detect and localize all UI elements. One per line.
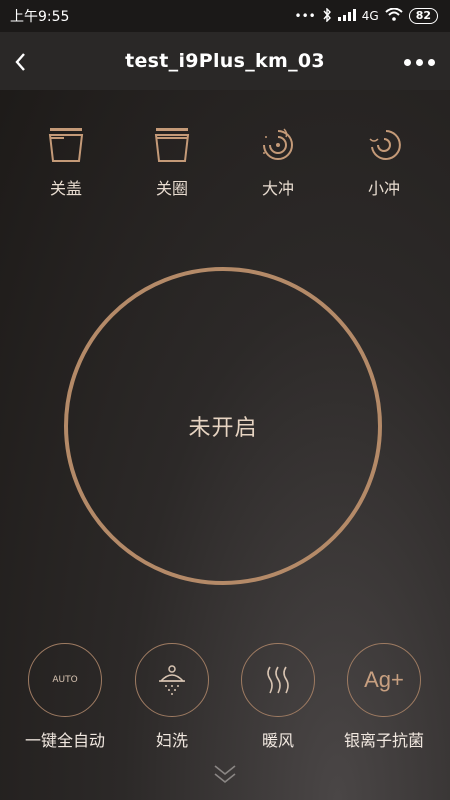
- silver-ion-button[interactable]: Ag+ 银离子抗菌: [329, 643, 439, 751]
- status-time: 上午9:55: [10, 9, 70, 25]
- small-flush-label: 小冲: [367, 179, 400, 198]
- auto-icon-text: AUTO: [52, 675, 78, 685]
- lid-icon: [48, 128, 84, 162]
- header-bar: test_i9Plus_km_03: [0, 32, 450, 90]
- more-dots-icon: •••: [294, 9, 316, 23]
- dot: [416, 58, 423, 66]
- battery-badge: 82: [408, 8, 438, 24]
- dot: [428, 58, 435, 66]
- feminine-wash-icon-wrap: [135, 643, 209, 717]
- large-flush-label: 大冲: [261, 179, 294, 198]
- quick-actions: 关盖 关圈 大冲 小冲: [0, 125, 450, 205]
- page-title: test_i9Plus_km_03: [125, 50, 325, 72]
- network-label: 4G: [361, 9, 379, 23]
- silver-ion-icon: Ag+: [347, 643, 421, 717]
- warm-air-icon: [267, 666, 289, 694]
- auto-mode-button[interactable]: AUTO 一键全自动: [10, 643, 120, 751]
- warm-air-icon-wrap: [241, 643, 315, 717]
- seat-ring-icon: [154, 128, 190, 162]
- dot: [404, 58, 411, 66]
- signal-icon: [337, 8, 356, 24]
- status-icons: ••• 4G 82: [294, 6, 438, 25]
- device-status-label: 未开启: [188, 416, 258, 441]
- small-flush-icon: [369, 130, 401, 160]
- close-lid-button[interactable]: 关盖: [26, 125, 106, 199]
- feminine-wash-button[interactable]: 妇洗: [117, 643, 227, 751]
- feminine-wash-icon: [159, 665, 185, 695]
- feminine-wash-label: 妇洗: [155, 731, 188, 750]
- back-button[interactable]: [10, 50, 34, 74]
- auto-mode-label: 一键全自动: [24, 731, 105, 750]
- more-options-button[interactable]: [404, 50, 440, 74]
- power-toggle-ring[interactable]: 未开启: [64, 267, 382, 585]
- small-flush-button[interactable]: 小冲: [344, 125, 424, 199]
- status-bar: 上午9:55 ••• 4G 82: [0, 0, 450, 32]
- auto-icon: AUTO: [28, 643, 102, 717]
- bluetooth-icon: [322, 6, 332, 25]
- silver-ion-icon-text: Ag+: [364, 667, 404, 692]
- silver-ion-label: 银离子抗菌: [343, 731, 424, 750]
- close-ring-button[interactable]: 关圈: [132, 125, 212, 199]
- expand-down-icon[interactable]: [211, 763, 239, 785]
- large-flush-button[interactable]: 大冲: [238, 125, 318, 199]
- close-ring-label: 关圈: [155, 179, 188, 198]
- close-lid-label: 关盖: [49, 179, 82, 198]
- large-flush-icon: [263, 128, 293, 160]
- warm-air-button[interactable]: 暖风: [223, 643, 333, 751]
- warm-air-label: 暖风: [261, 731, 294, 750]
- wifi-icon: [385, 7, 403, 24]
- chevron-left-icon: [15, 53, 25, 71]
